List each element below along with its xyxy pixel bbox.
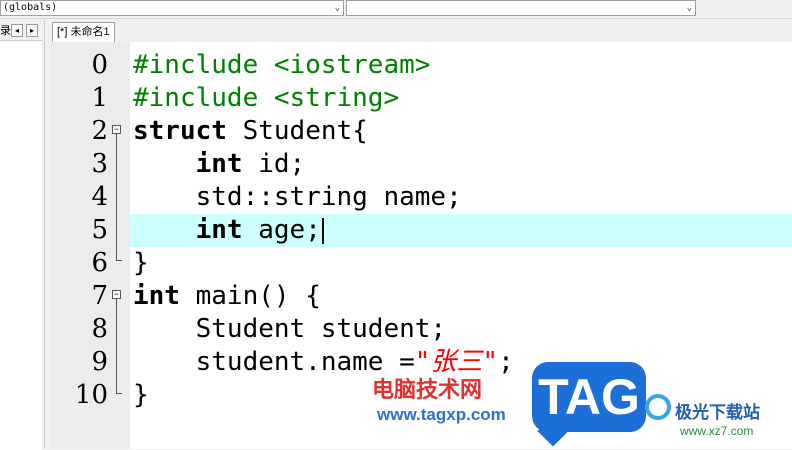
- code-line[interactable]: 4 std::string name;: [50, 181, 792, 214]
- code-token: Student{: [226, 116, 368, 146]
- tab-untitled1[interactable]: [*] 未命名1: [52, 22, 115, 42]
- preprocessor-token: #include <string>: [133, 83, 400, 113]
- code-token: }: [133, 248, 149, 278]
- code-text[interactable]: int main() {: [133, 280, 321, 313]
- code-text[interactable]: std::string name;: [133, 181, 462, 214]
- line-number: 10: [74, 380, 108, 410]
- watermark-xz7-url: www.xz7.com: [680, 424, 754, 438]
- chevron-down-icon[interactable]: ⌄: [687, 1, 692, 15]
- code-token: Student student;: [133, 314, 447, 344]
- tab-strip: [*] 未命名1: [46, 20, 792, 42]
- scope-combobox[interactable]: (globals) ⌄: [0, 0, 344, 16]
- code-token: main() {: [179, 281, 321, 311]
- code-token: id;: [242, 149, 306, 179]
- line-number: 6: [91, 248, 108, 278]
- code-token: age;: [242, 215, 321, 245]
- code-text[interactable]: Student student;: [133, 313, 446, 346]
- code-text[interactable]: int id;: [133, 148, 306, 181]
- nav-next-button[interactable]: ▸: [26, 24, 38, 37]
- fold-line: [116, 134, 117, 260]
- keyword-token: struct: [133, 116, 227, 146]
- code-line[interactable]: 0 #include <iostream>: [50, 49, 792, 82]
- code-text[interactable]: }: [133, 247, 149, 280]
- line-number: 2: [91, 116, 108, 146]
- code-line[interactable]: 3 int id;: [50, 148, 792, 181]
- toolbar: (globals) ⌄ ⌄: [0, 0, 792, 19]
- line-number: 9: [91, 347, 108, 377]
- line-number: 3: [91, 149, 108, 179]
- code-line[interactable]: 6}: [50, 247, 792, 280]
- line-number: 0: [91, 50, 108, 80]
- line-number: 5: [91, 215, 108, 245]
- keyword-token: int: [195, 215, 243, 245]
- left-panel-label: 录: [0, 25, 11, 37]
- keyword-token: int: [133, 281, 180, 311]
- code-line[interactable]: 8 Student student;: [50, 313, 792, 346]
- preprocessor-token: #include <iostream>: [133, 50, 431, 80]
- fold-line: [116, 299, 117, 393]
- watermark-xz7-name: 极光下载站: [675, 403, 760, 423]
- watermark-site-name: 电脑技术网: [372, 378, 483, 403]
- left-panel: 录 ◂ ▸: [0, 20, 45, 450]
- code-text[interactable]: struct Student{: [133, 115, 368, 148]
- fold-collapse-icon[interactable]: −: [112, 125, 121, 134]
- line-number: 7: [91, 281, 108, 311]
- code-text[interactable]: #include <iostream>: [133, 49, 430, 82]
- xz7-logo-icon: [645, 394, 671, 420]
- text-caret: [321, 217, 324, 244]
- chevron-down-icon[interactable]: ⌄: [335, 1, 340, 15]
- code-text[interactable]: int age;: [133, 214, 324, 247]
- line-number: 8: [91, 314, 108, 344]
- code-token: ;: [498, 347, 514, 377]
- code-line[interactable]: 1 #include <string>: [50, 82, 792, 115]
- fold-end: [116, 393, 122, 394]
- left-panel-content: [0, 40, 42, 450]
- line-number: 4: [91, 182, 108, 212]
- code-text[interactable]: #include <string>: [133, 82, 399, 115]
- code-line[interactable]: 5 int age;: [50, 214, 792, 247]
- tag-logo: TAG: [532, 362, 646, 447]
- scope-combobox-value: (globals): [3, 2, 58, 13]
- line-number: 1: [91, 83, 108, 113]
- code-token: std::string name;: [133, 182, 462, 212]
- code-line[interactable]: 7 int main() {: [50, 280, 792, 313]
- code-line[interactable]: 2 struct Student{: [50, 115, 792, 148]
- code-token: }: [133, 380, 149, 410]
- nav-prev-button[interactable]: ◂: [11, 24, 23, 37]
- watermark-site-url: www.tagxp.com: [377, 405, 506, 424]
- fold-end: [116, 260, 122, 261]
- keyword-token: int: [195, 149, 243, 179]
- tag-logo-text: TAG: [538, 369, 640, 425]
- code-text[interactable]: }: [133, 379, 149, 412]
- symbol-combobox[interactable]: ⌄: [346, 0, 696, 16]
- fold-collapse-icon[interactable]: −: [112, 290, 121, 299]
